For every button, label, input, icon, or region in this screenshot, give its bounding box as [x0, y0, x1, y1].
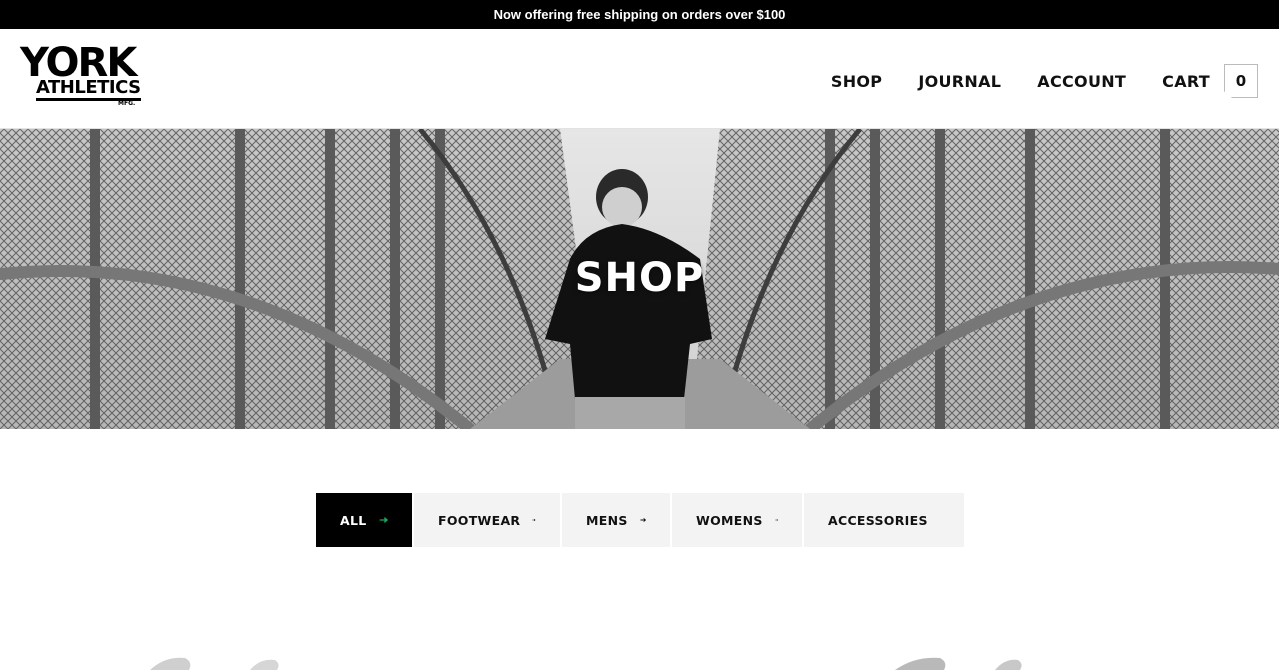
filter-mens[interactable]: MENS: [562, 493, 670, 547]
logo-line-mfg: MFG.: [118, 100, 136, 107]
arrow-right-icon: [774, 518, 778, 522]
filter-label: ACCESSORIES: [828, 512, 928, 528]
main-nav: SHOP JOURNAL ACCOUNT CART 0: [831, 64, 1258, 98]
filter-accessories[interactable]: ACCESSORIES: [804, 493, 964, 547]
nav-account[interactable]: ACCOUNT: [1037, 72, 1126, 91]
filter-label: ALL: [340, 512, 367, 528]
hero-title: SHOP: [574, 255, 705, 301]
promo-text: Now offering free shipping on orders ove…: [493, 7, 786, 22]
filter-womens[interactable]: WOMENS: [672, 493, 802, 547]
york-athletics-logo[interactable]: YORK ATHLETICS MFG.: [20, 43, 141, 109]
hero-banner: SHOP: [0, 129, 1279, 429]
site-header: YORK ATHLETICS MFG. SHOP JOURNAL ACCOUNT…: [0, 29, 1279, 129]
arrow-right-icon: [532, 518, 536, 522]
product-image-peek[interactable]: [890, 654, 1030, 670]
filter-all[interactable]: ALL: [316, 493, 412, 547]
filter-label: FOOTWEAR: [438, 512, 521, 528]
nav-shop[interactable]: SHOP: [831, 72, 882, 91]
nav-cart[interactable]: CART: [1162, 72, 1210, 91]
filter-label: WOMENS: [696, 512, 763, 528]
product-image-peek[interactable]: [145, 654, 285, 670]
category-filter: ALL FOOTWEAR MENS WOMENS ACCESSORIES: [316, 493, 964, 547]
cart-count-badge[interactable]: 0: [1224, 64, 1258, 98]
logo-line-athletics: ATHLETICS: [36, 79, 141, 101]
arrow-right-icon: [640, 518, 646, 522]
filter-footwear[interactable]: FOOTWEAR: [414, 493, 560, 547]
promo-banner: Now offering free shipping on orders ove…: [0, 0, 1279, 29]
filter-label: MENS: [586, 512, 628, 528]
arrow-right-icon: [379, 517, 388, 523]
nav-journal[interactable]: JOURNAL: [918, 72, 1001, 91]
